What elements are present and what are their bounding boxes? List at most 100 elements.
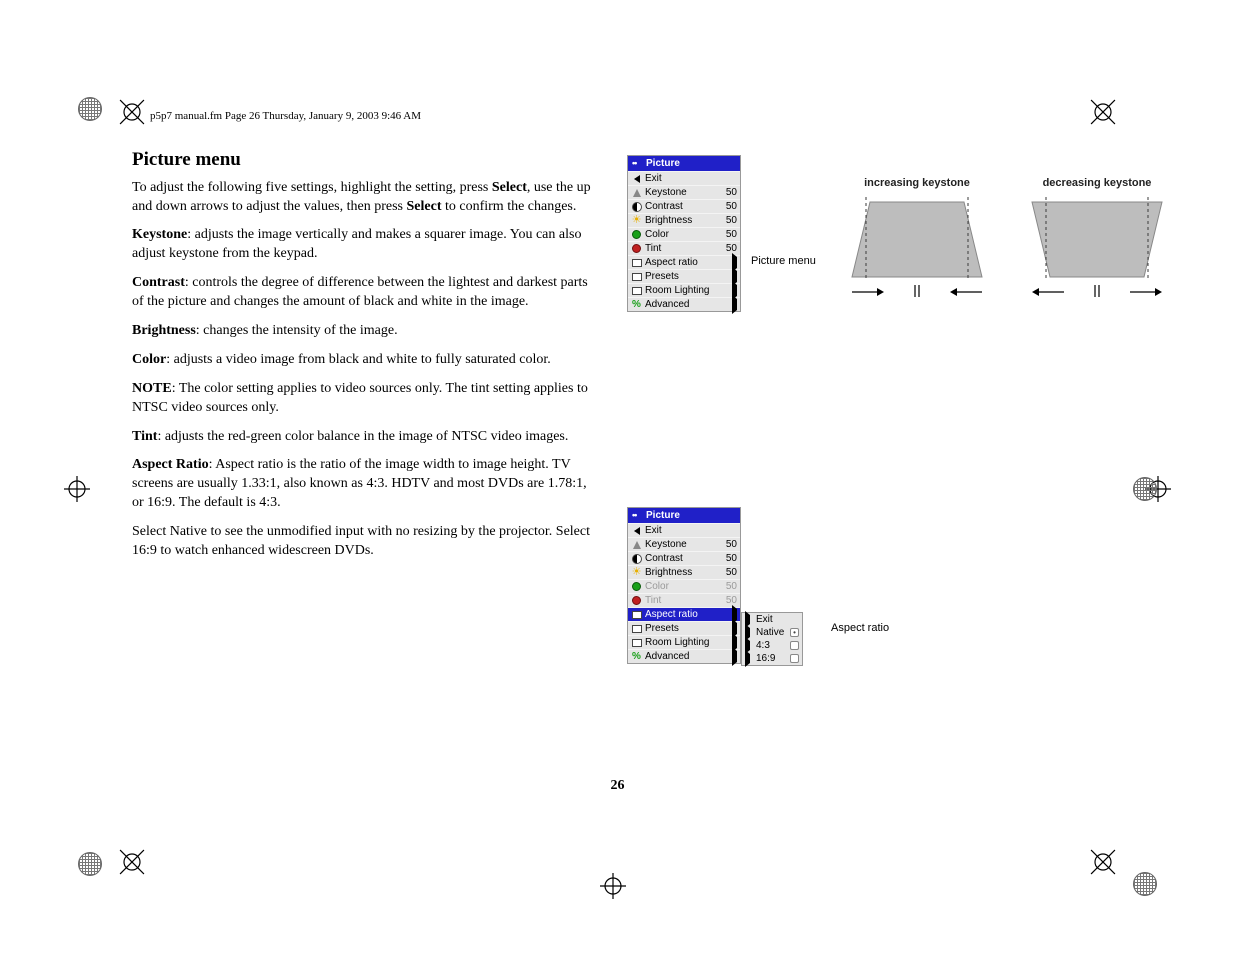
radio-icon xyxy=(790,654,799,663)
osd-item-label: Contrast xyxy=(645,553,716,564)
osd-menu-item[interactable]: Presets xyxy=(628,621,740,635)
osd-item-label: Room Lighting xyxy=(645,637,716,648)
submenu-icon xyxy=(631,285,642,296)
osd-menu-item[interactable]: Exit xyxy=(628,523,740,537)
chevron-right-icon xyxy=(732,295,737,314)
osd-item-label: Exit xyxy=(645,525,716,536)
picture-menu-caption: Picture menu xyxy=(751,255,816,267)
increasing-keystone-figure: increasing keystone xyxy=(842,177,992,305)
registration-mark-icon xyxy=(64,476,90,502)
submenu-label: 4:3 xyxy=(756,640,787,651)
brightness-icon: ☀ xyxy=(631,215,642,226)
submenu-item[interactable]: Native xyxy=(742,626,802,639)
keystone-icon xyxy=(631,187,642,198)
body-text-column: Picture menu To adjust the following fiv… xyxy=(132,147,597,571)
osd-item-label: Advanced xyxy=(645,299,716,310)
osd-item-label: Aspect ratio xyxy=(645,609,716,620)
submenu-item[interactable]: Exit xyxy=(742,613,802,626)
osd-menu-item[interactable]: Contrast50 xyxy=(628,551,740,565)
osd-menu-item[interactable]: Color50 xyxy=(628,227,740,241)
binding-hole-icon xyxy=(78,97,102,121)
osd-item-label: Advanced xyxy=(645,651,716,662)
osd-item-value: 50 xyxy=(719,581,737,592)
osd-menu-item[interactable]: Tint50 xyxy=(628,593,740,607)
osd-title: Picture xyxy=(628,156,740,171)
osd-menu-item[interactable]: %Advanced xyxy=(628,649,740,663)
color-icon xyxy=(631,581,642,592)
submenu-icon xyxy=(631,637,642,648)
osd-item-label: Presets xyxy=(645,623,716,634)
osd-menu-item[interactable]: Presets xyxy=(628,269,740,283)
osd-item-label: Keystone xyxy=(645,187,716,198)
submenu-icon xyxy=(631,623,642,634)
osd-menu-item[interactable]: Aspect ratio xyxy=(628,255,740,269)
osd-menu-item[interactable]: Aspect ratio xyxy=(628,607,740,621)
osd-item-label: Exit xyxy=(645,173,716,184)
osd-menu-item[interactable]: Contrast50 xyxy=(628,199,740,213)
osd-item-value: 50 xyxy=(719,539,737,550)
advanced-icon: % xyxy=(631,299,642,310)
binding-hole-icon xyxy=(1133,477,1157,501)
osd-item-value: 50 xyxy=(719,201,737,212)
submenu-item[interactable]: 16:9 xyxy=(742,652,802,665)
page-title: Picture menu xyxy=(132,147,597,173)
registration-mark-icon xyxy=(600,873,626,899)
osd-item-value: 50 xyxy=(719,187,737,198)
keystone-icon xyxy=(631,539,642,550)
osd-item-label: Color xyxy=(645,581,716,592)
contrast-icon xyxy=(631,553,642,564)
osd-title: Picture xyxy=(628,508,740,523)
page-number: 26 xyxy=(60,778,1175,794)
osd-item-label: Contrast xyxy=(645,201,716,212)
tint-icon xyxy=(631,243,642,254)
osd-menu-item[interactable]: Keystone50 xyxy=(628,537,740,551)
submenu-label: Exit xyxy=(756,614,799,625)
osd-menu-item[interactable]: Room Lighting xyxy=(628,283,740,297)
osd-menu-item[interactable]: Color50 xyxy=(628,579,740,593)
osd-item-label: Room Lighting xyxy=(645,285,716,296)
brightness-icon: ☀ xyxy=(631,567,642,578)
back-arrow-icon xyxy=(631,173,642,184)
osd-item-value xyxy=(719,299,737,310)
binding-hole-icon xyxy=(78,852,102,876)
osd-item-value xyxy=(719,651,737,662)
osd-menu-item[interactable]: %Advanced xyxy=(628,297,740,311)
decreasing-keystone-figure: decreasing keystone xyxy=(1022,177,1172,305)
binding-hole-icon xyxy=(1133,872,1157,896)
osd-menu-item[interactable]: Exit xyxy=(628,171,740,185)
submenu-label: Native xyxy=(756,627,787,638)
aspect-ratio-submenu: Exit Native 4:3 16:9 xyxy=(741,612,803,666)
advanced-icon: % xyxy=(631,651,642,662)
osd-item-label: Tint xyxy=(645,595,716,606)
radio-icon xyxy=(790,628,799,637)
intro-paragraph: To adjust the following five settings, h… xyxy=(132,179,597,217)
chevron-right-icon xyxy=(732,647,737,666)
radio-icon xyxy=(790,641,799,650)
osd-item-label: Tint xyxy=(645,243,716,254)
picture-menu-osd-aspect: Picture ExitKeystone50Contrast50☀Brightn… xyxy=(627,507,741,664)
aspect-ratio-caption: Aspect ratio xyxy=(831,622,889,634)
osd-menu-item[interactable]: ☀Brightness50 xyxy=(628,565,740,579)
osd-item-label: Aspect ratio xyxy=(645,257,716,268)
picture-menu-osd: Picture ExitKeystone50Contrast50☀Brightn… xyxy=(627,155,741,312)
submenu-icon xyxy=(631,271,642,282)
chevron-right-icon xyxy=(745,650,750,667)
contrast-icon xyxy=(631,201,642,212)
osd-item-label: Color xyxy=(645,229,716,240)
back-arrow-icon xyxy=(631,525,642,536)
submenu-label: 16:9 xyxy=(756,653,787,664)
osd-item-label: Keystone xyxy=(645,539,716,550)
tint-icon xyxy=(631,595,642,606)
color-icon xyxy=(631,229,642,240)
osd-item-label: Brightness xyxy=(645,567,716,578)
osd-menu-item[interactable]: ☀Brightness50 xyxy=(628,213,740,227)
osd-item-label: Presets xyxy=(645,271,716,282)
submenu-item[interactable]: 4:3 xyxy=(742,639,802,652)
osd-menu-item[interactable]: Tint50 xyxy=(628,241,740,255)
osd-menu-item[interactable]: Keystone50 xyxy=(628,185,740,199)
submenu-icon xyxy=(631,257,642,268)
osd-item-value: 50 xyxy=(719,567,737,578)
submenu-icon xyxy=(631,609,642,620)
osd-menu-item[interactable]: Room Lighting xyxy=(628,635,740,649)
osd-item-value: 50 xyxy=(719,215,737,226)
